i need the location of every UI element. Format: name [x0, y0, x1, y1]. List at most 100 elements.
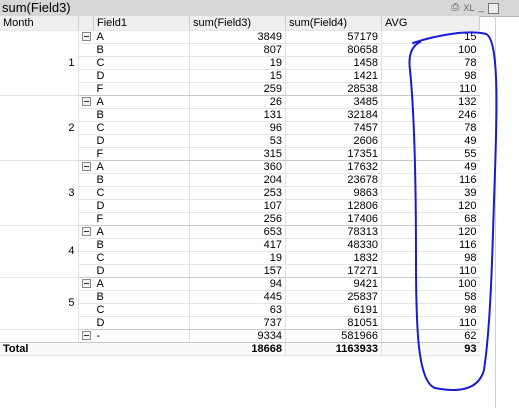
collapse-toggle[interactable] — [78, 225, 94, 239]
avg-cell: 55 — [381, 147, 480, 161]
avg-cell: 58 — [381, 290, 480, 304]
field1-cell: C — [93, 303, 190, 317]
field1-cell: C — [93, 121, 190, 135]
sum-field4-cell: 3485 — [285, 95, 382, 109]
xl-export-icon[interactable]: XL — [463, 1, 474, 15]
collapse-toggle[interactable] — [78, 95, 94, 109]
avg-cell: 62 — [381, 329, 480, 343]
avg-header[interactable]: AVG — [381, 16, 480, 31]
month-header[interactable]: Month — [0, 16, 79, 31]
sum-field4-cell: 1458 — [285, 56, 382, 70]
field1-cell: D — [93, 264, 190, 278]
field1-cell: D — [93, 134, 190, 148]
avg-cell: 116 — [381, 238, 480, 252]
field1-cell: A — [93, 30, 190, 44]
table-row: -9334 581966 62 — [0, 329, 480, 343]
sum-field4-header[interactable]: sum(Field4) — [285, 16, 382, 31]
field1-cell: F — [93, 212, 190, 226]
avg-cell: 132 — [381, 95, 480, 109]
field1-cell: A — [93, 277, 190, 291]
avg-cell: 110 — [381, 264, 480, 278]
sum-field3-cell: 63 — [189, 303, 286, 317]
field1-cell: B — [93, 290, 190, 304]
table-row: 3 A 360 17632 49 — [0, 160, 480, 226]
avg-cell: 98 — [381, 251, 480, 265]
month-cell: 3 — [0, 160, 79, 226]
sum-field3-cell: 259 — [189, 82, 286, 96]
sum-field4-cell: 81051 — [285, 316, 382, 330]
avg-cell: 98 — [381, 303, 480, 317]
sum-field4-cell: 2606 — [285, 134, 382, 148]
month-cell: 5 — [0, 277, 79, 330]
field1-header[interactable]: Field1 — [93, 16, 190, 31]
sum-field4-cell: 1421 — [285, 69, 382, 83]
sum-field3-cell: 131 — [189, 108, 286, 122]
sum-field3-cell: 204 — [189, 173, 286, 187]
sum-field3-cell: 15 — [189, 69, 286, 83]
pivot-table: Month Field1 sum(Field3) sum(Field4) AVG… — [0, 16, 480, 356]
minimize-icon[interactable]: _ — [478, 1, 484, 15]
avg-cell: 39 — [381, 186, 480, 200]
collapse-toggle[interactable] — [78, 30, 94, 44]
collapse-toggle[interactable] — [78, 277, 94, 291]
toggle-header — [78, 16, 94, 31]
toggle-spacer — [78, 43, 94, 57]
collapse-toggle-icon[interactable] — [81, 162, 91, 172]
sum-field4-cell: 57179 — [285, 30, 382, 44]
toggle-spacer — [78, 238, 94, 252]
toggle-spacer — [78, 173, 94, 187]
toggle-spacer — [78, 121, 94, 135]
collapse-toggle-icon[interactable] — [81, 32, 91, 42]
sum-field4-cell: 28538 — [285, 82, 382, 96]
field1-cell: B — [93, 108, 190, 122]
toggle-spacer — [78, 134, 94, 148]
titlebar-icons: ⎙ XL _ — [451, 1, 499, 15]
restore-icon[interactable] — [488, 2, 499, 14]
total-label: Total — [0, 341, 78, 356]
toggle-spacer — [78, 108, 94, 122]
field1-cell: C — [93, 56, 190, 70]
sum-field4-cell: 581966 — [285, 329, 382, 343]
chart-titlebar: sum(Field3) ⎙ XL _ — [0, 0, 519, 17]
collapse-toggle-icon[interactable] — [81, 331, 91, 341]
collapse-toggle-icon[interactable] — [81, 97, 91, 107]
sum-field3-cell: 653 — [189, 225, 286, 239]
table-row: 4 A 653 78313 120 — [0, 225, 480, 278]
table-body: 1 A 3849 57179 15 B 807 80658 100 C 19 1458 78 D 15 142… — [0, 30, 480, 343]
month-cell: 1 — [0, 30, 79, 96]
collapse-toggle-icon[interactable] — [81, 279, 91, 289]
vertical-divider — [495, 16, 496, 408]
avg-cell: 49 — [381, 160, 480, 174]
sum-field3-cell: 807 — [189, 43, 286, 57]
toggle-spacer — [78, 264, 94, 278]
table-row: 1 A 3849 57179 15 — [0, 30, 480, 96]
avg-cell: 100 — [381, 43, 480, 57]
sum-field4-cell: 1832 — [285, 251, 382, 265]
sum-field3-cell: 157 — [189, 264, 286, 278]
collapse-toggle-icon[interactable] — [81, 227, 91, 237]
field1-cell: D — [93, 316, 190, 330]
avg-cell: 78 — [381, 121, 480, 135]
toggle-spacer — [78, 199, 94, 213]
toggle-spacer — [78, 251, 94, 265]
toggle-spacer — [78, 303, 94, 317]
toggle-spacer — [78, 316, 94, 330]
sum-field3-cell: 19 — [189, 56, 286, 70]
field1-cell: B — [93, 173, 190, 187]
print-icon[interactable]: ⎙ — [451, 1, 459, 15]
collapse-toggle[interactable] — [78, 329, 94, 343]
collapse-toggle[interactable] — [78, 160, 94, 174]
sum-field3-cell: 19 — [189, 251, 286, 265]
avg-cell: 49 — [381, 134, 480, 148]
total-avg: 93 — [381, 341, 480, 356]
field1-cell: B — [93, 238, 190, 252]
sum-field3-cell: 94 — [189, 277, 286, 291]
field1-cell: C — [93, 186, 190, 200]
field1-cell: - — [93, 329, 190, 343]
toggle-spacer — [78, 212, 94, 226]
sum-field3-cell: 3849 — [189, 30, 286, 44]
toggle-spacer — [78, 147, 94, 161]
sum-field3-cell: 315 — [189, 147, 286, 161]
sum-field3-cell: 26 — [189, 95, 286, 109]
sum-field3-header[interactable]: sum(Field3) — [189, 16, 286, 31]
